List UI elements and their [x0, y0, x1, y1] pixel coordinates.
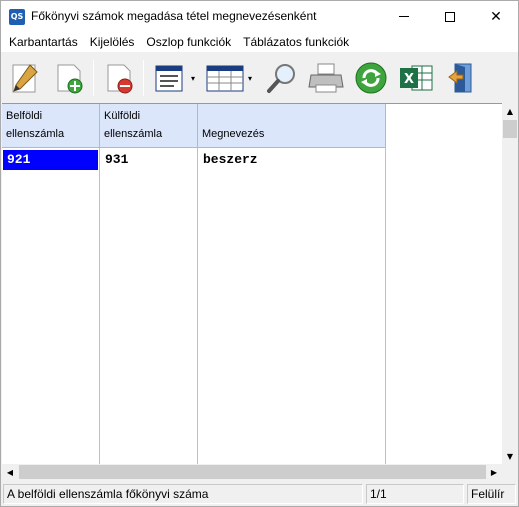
list-view-icon: [155, 65, 183, 92]
window-title: Főkönyvi számok megadása tétel megnevezé…: [31, 9, 317, 23]
table-view-button[interactable]: [205, 58, 245, 98]
column-header-label-line2: ellenszámla: [6, 128, 65, 140]
search-magnifier-icon: [267, 64, 295, 93]
title-bar: QS Főkönyvi számok megadása tétel megnev…: [1, 1, 518, 32]
column-header-megnevezes[interactable]: Megnevezés: [198, 104, 386, 148]
refresh-icon: [355, 62, 387, 94]
scroll-corner: [502, 464, 518, 480]
delete-record-icon: [107, 64, 133, 94]
status-hint: A belföldi ellenszámla főkönyvi száma: [3, 484, 363, 504]
close-icon: ✕: [490, 8, 502, 25]
menu-bar: Karbantartás Kijelölés Oszlop funkciók T…: [1, 32, 518, 52]
excel-export-button[interactable]: X: [396, 58, 436, 98]
column-header-kulfoldi-ellenszamla[interactable]: Külföldi ellenszámla: [100, 104, 198, 148]
exit-door-icon: [448, 63, 472, 93]
menu-kijeloles[interactable]: Kijelölés: [84, 32, 141, 52]
cell-belfoldi-ellenszamla[interactable]: 921: [3, 150, 98, 170]
status-record-position: 1/1: [366, 484, 464, 504]
print-button[interactable]: [306, 58, 346, 98]
list-view-dropdown-icon[interactable]: ▾: [191, 74, 195, 83]
toolbar-separator: [143, 60, 144, 96]
maximize-button[interactable]: [427, 1, 473, 32]
scroll-up-icon[interactable]: ▲: [502, 103, 518, 119]
scroll-down-icon[interactable]: ▼: [502, 448, 518, 464]
printer-icon: [308, 63, 344, 93]
status-edit-mode: Felülír: [467, 484, 516, 504]
svg-text:X: X: [404, 72, 414, 87]
column-divider: [385, 148, 386, 465]
edit-button[interactable]: [5, 58, 45, 98]
minimize-icon: [399, 16, 409, 17]
data-grid[interactable]: Belföldi ellenszámla Külföldi ellenszáml…: [2, 103, 502, 465]
refresh-button[interactable]: [351, 58, 391, 98]
column-divider: [99, 148, 100, 465]
column-header-label-line1: [202, 107, 381, 125]
column-header-label-line2: Megnevezés: [202, 128, 265, 140]
minimize-button[interactable]: [381, 1, 427, 32]
new-record-icon: [57, 64, 83, 94]
exit-button[interactable]: [442, 58, 482, 98]
toolbar-separator: [93, 60, 94, 96]
column-header-label-line1: Külföldi: [104, 110, 141, 122]
edit-pencil-icon: [12, 64, 38, 93]
horizontal-scrollbar[interactable]: ◀ ▶: [2, 464, 502, 480]
excel-export-icon: X: [400, 65, 433, 91]
toolbar: ▾ ▾ X: [1, 54, 518, 102]
cell-kulfoldi-ellenszamla[interactable]: 931: [101, 150, 196, 170]
list-view-button[interactable]: [149, 58, 189, 98]
menu-karbantartas[interactable]: Karbantartás: [3, 32, 84, 52]
vertical-scroll-thumb[interactable]: [503, 120, 517, 138]
vertical-scrollbar[interactable]: ▲ ▼: [502, 103, 518, 464]
scroll-left-icon[interactable]: ◀: [2, 464, 18, 480]
app-icon[interactable]: QS: [9, 9, 25, 25]
delete-record-button[interactable]: [99, 58, 139, 98]
column-header-label-line1: Belföldi: [6, 110, 43, 122]
table-view-icon: [206, 65, 244, 92]
close-button[interactable]: ✕: [473, 1, 519, 32]
cell-megnevezes[interactable]: beszerz: [199, 150, 384, 170]
table-view-dropdown-icon[interactable]: ▾: [248, 74, 252, 83]
search-button[interactable]: [262, 58, 302, 98]
main-window: QS Főkönyvi számok megadása tétel megnev…: [0, 0, 519, 507]
status-bar: A belföldi ellenszámla főkönyvi száma 1/…: [1, 482, 518, 506]
new-record-button[interactable]: [49, 58, 89, 98]
maximize-icon: [445, 11, 455, 22]
column-divider: [197, 148, 198, 465]
menu-tablazatos-funkciok[interactable]: Táblázatos funkciók: [237, 32, 355, 52]
column-header-belfoldi-ellenszamla[interactable]: Belföldi ellenszámla: [2, 104, 100, 148]
menu-oszlop-funkciok[interactable]: Oszlop funkciók: [140, 32, 237, 52]
column-header-label-line2: ellenszámla: [104, 128, 163, 140]
scroll-right-icon[interactable]: ▶: [486, 464, 502, 480]
horizontal-scroll-thumb[interactable]: [19, 465, 486, 479]
